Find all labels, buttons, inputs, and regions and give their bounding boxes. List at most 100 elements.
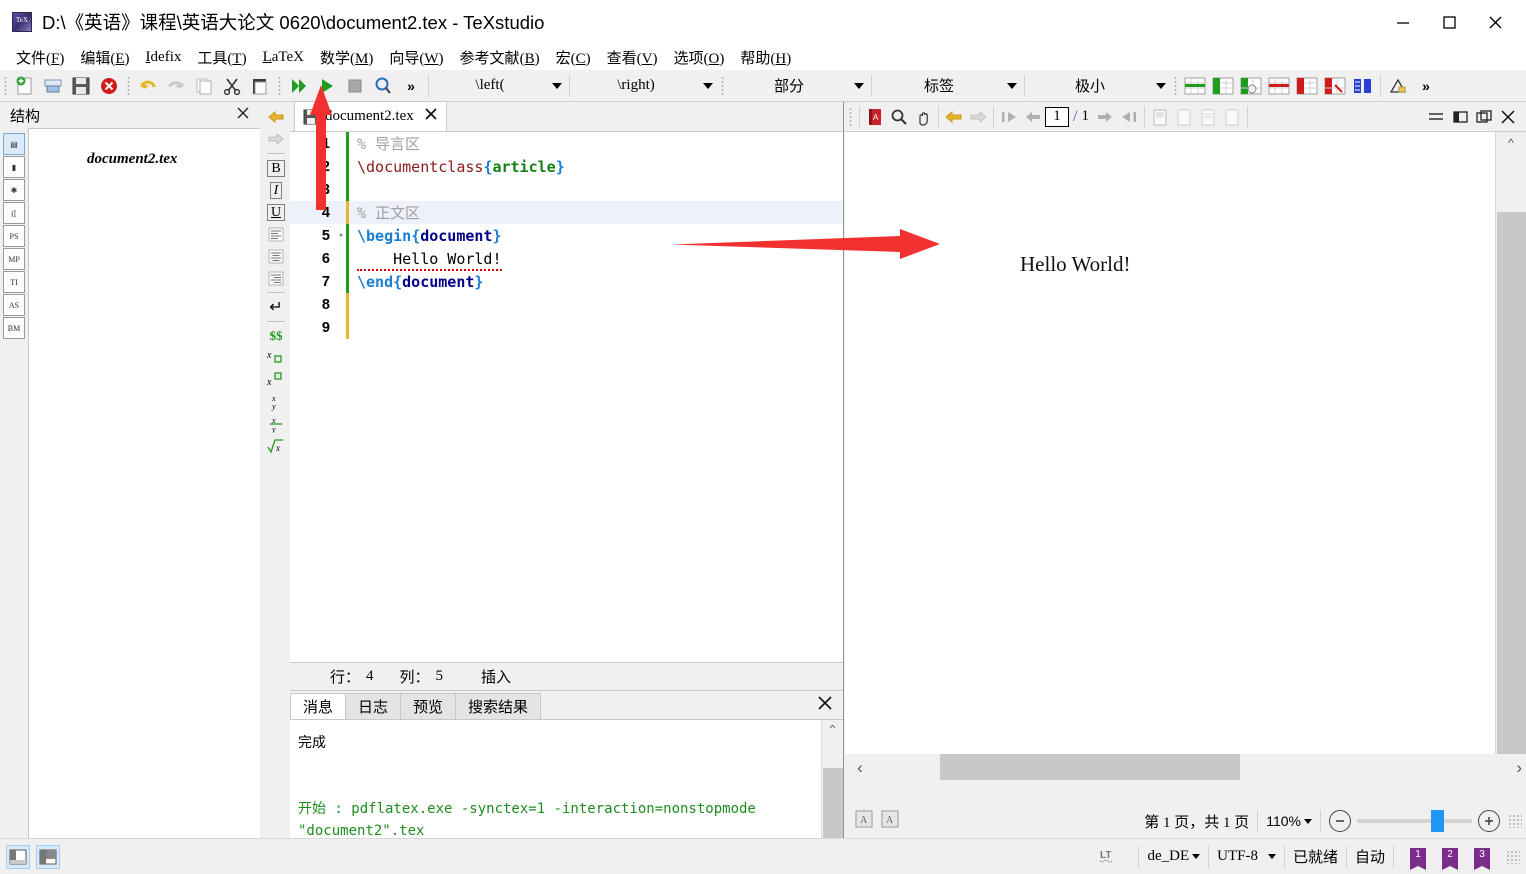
table-delcol-icon[interactable] xyxy=(1293,72,1321,100)
undo-icon[interactable] xyxy=(134,72,162,100)
build-and-view-icon[interactable] xyxy=(285,72,313,100)
warning-icon[interactable] xyxy=(1384,72,1412,100)
symbols-tab[interactable]: ✱ xyxy=(3,179,25,201)
pdf-vertical-scrollbar[interactable]: ^ v xyxy=(1495,132,1526,782)
code-line[interactable]: 9 xyxy=(290,316,843,339)
subscript-icon[interactable]: x xyxy=(264,347,288,369)
menu-options[interactable]: 选项(O) xyxy=(665,45,732,70)
encoding-selector[interactable]: UTF-8 xyxy=(1217,848,1276,865)
menu-idefix[interactable]: Idefix xyxy=(138,47,190,68)
forward-arrow-icon[interactable] xyxy=(264,128,288,150)
scroll-left-arrow[interactable]: ‹ xyxy=(845,758,875,778)
editor-tab-close-icon[interactable] xyxy=(424,107,438,126)
next-page-icon[interactable] xyxy=(1093,105,1117,129)
bookmark-2-icon[interactable]: 2 xyxy=(1442,847,1458,870)
scroll-thumb[interactable] xyxy=(940,754,1240,780)
bookmarks-tab[interactable]: ▮ xyxy=(3,156,25,178)
continuous-icon[interactable] xyxy=(1172,105,1196,129)
menu-macros[interactable]: 宏(C) xyxy=(548,45,599,70)
sqrt-icon[interactable]: x xyxy=(264,435,288,457)
menu-help[interactable]: 帮助(H) xyxy=(732,45,799,70)
structure-root-item[interactable]: document2.tex xyxy=(29,151,260,168)
left-bracket-combo[interactable]: \left( xyxy=(432,74,566,98)
bm-tab[interactable]: BM xyxy=(3,317,25,339)
fontsize-combo[interactable]: 极小 xyxy=(1028,74,1170,98)
scroll-up-arrow[interactable]: ^ xyxy=(1496,132,1526,150)
last-page-icon[interactable] xyxy=(1117,105,1141,129)
tab-messages[interactable]: 消息 xyxy=(290,693,347,719)
table-col-green-icon[interactable] xyxy=(1209,72,1237,100)
page-fit-icon[interactable] xyxy=(1220,105,1244,129)
zoom-slider-handle[interactable] xyxy=(1431,810,1444,832)
insert-mode[interactable]: 插入 xyxy=(481,666,511,687)
scroll-thumb[interactable] xyxy=(1497,212,1526,772)
single-page-icon[interactable] xyxy=(1148,105,1172,129)
inline-math-icon[interactable]: $$ xyxy=(264,325,288,347)
right-bracket-combo[interactable]: \right) xyxy=(573,74,717,98)
align-left-icon[interactable] xyxy=(264,223,288,245)
forward-arrow-icon[interactable] xyxy=(966,105,990,129)
close-button[interactable] xyxy=(1472,0,1518,44)
menu-view[interactable]: 查看(V) xyxy=(599,45,666,70)
pdf-horizontal-scrollbar[interactable]: ‹ › xyxy=(845,754,1526,782)
pdf-page[interactable]: Hello World! xyxy=(845,132,1495,782)
pdf-page-input[interactable]: 1 xyxy=(1045,106,1069,127)
bookmark-1-icon[interactable]: 1 xyxy=(1410,847,1426,870)
hand-tool-icon[interactable] xyxy=(911,105,935,129)
code-line[interactable]: 7 \end{document} xyxy=(290,270,843,293)
table-delcell-icon[interactable] xyxy=(1321,72,1349,100)
ti-tab[interactable]: TI xyxy=(3,271,25,293)
magnify-a-icon[interactable]: A xyxy=(853,808,875,835)
copy-icon[interactable] xyxy=(190,72,218,100)
menu-wizard[interactable]: 向导(W) xyxy=(381,45,451,70)
panel-splitter[interactable] xyxy=(843,102,844,838)
message-panel-close-icon[interactable] xyxy=(817,695,833,716)
new-file-icon[interactable] xyxy=(11,72,39,100)
pdf-dock-icon[interactable] xyxy=(1448,105,1472,129)
cut-icon[interactable] xyxy=(218,72,246,100)
open-file-icon[interactable] xyxy=(39,72,67,100)
editor-tab-document2[interactable]: document2.tex xyxy=(294,101,447,131)
underline-icon[interactable]: U xyxy=(264,201,288,223)
back-arrow-icon[interactable] xyxy=(264,106,288,128)
menu-latex[interactable]: LaTeX xyxy=(255,47,312,68)
minimize-button[interactable] xyxy=(1380,0,1426,44)
toggle-structure-icon[interactable] xyxy=(6,844,30,869)
pdf-resize-grip[interactable] xyxy=(1508,814,1522,828)
menu-tools[interactable]: 工具(T) xyxy=(189,45,254,70)
facing-pages-icon[interactable] xyxy=(1196,105,1220,129)
back-arrow-icon[interactable] xyxy=(942,105,966,129)
language-selector[interactable]: de_DE xyxy=(1147,848,1201,865)
bookmark-3-icon[interactable]: 3 xyxy=(1474,847,1490,870)
italic-icon[interactable]: I xyxy=(264,179,288,201)
tab-preview[interactable]: 预览 xyxy=(400,693,457,719)
first-page-icon[interactable] xyxy=(997,105,1021,129)
paste-icon[interactable] xyxy=(246,72,274,100)
toolbar-grip[interactable] xyxy=(2,74,9,97)
align-right-icon[interactable] xyxy=(264,267,288,289)
zoom-slider[interactable] xyxy=(1357,810,1472,832)
code-line[interactable]: 8 xyxy=(290,293,843,316)
toolbar-grip-3[interactable] xyxy=(276,74,283,97)
code-line[interactable]: 6 Hello World! xyxy=(290,247,843,271)
toolbar-grip-2[interactable] xyxy=(125,74,132,97)
menu-math[interactable]: 数学(M) xyxy=(312,45,381,70)
prev-page-icon[interactable] xyxy=(1021,105,1045,129)
code-editor[interactable]: 1 % 导言区 2 \documentclass{article} 3 4 % … xyxy=(290,132,843,692)
code-line[interactable]: 1 % 导言区 xyxy=(290,132,843,155)
pdf-toolbar-grip[interactable] xyxy=(847,105,854,128)
table-cell-icon[interactable] xyxy=(1237,72,1265,100)
save-file-icon[interactable] xyxy=(67,72,95,100)
status-mode[interactable]: 自动 xyxy=(1355,846,1385,867)
structure-tree[interactable]: document2.tex xyxy=(28,128,260,838)
scroll-up-arrow[interactable]: ^ xyxy=(822,720,843,736)
pdf-minimize-icon[interactable] xyxy=(1424,105,1448,129)
zoom-in-icon[interactable] xyxy=(1478,810,1500,832)
redo-icon[interactable] xyxy=(162,72,190,100)
dfrac-icon[interactable]: xy xyxy=(264,413,288,435)
as-tab[interactable]: AS xyxy=(3,294,25,316)
stop-icon[interactable] xyxy=(341,72,369,100)
fraction-icon[interactable]: xy xyxy=(264,391,288,413)
pdf-zoom-value[interactable]: 110% xyxy=(1266,813,1312,829)
newline-icon[interactable]: ↵ xyxy=(264,296,288,318)
